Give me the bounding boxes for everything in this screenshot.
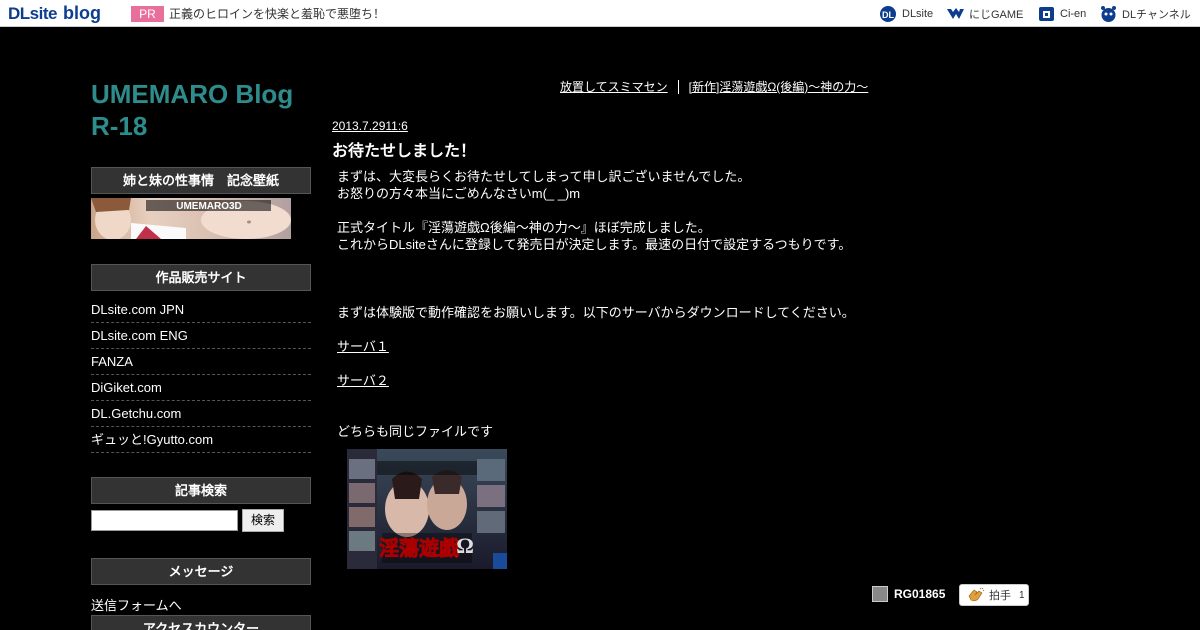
post-navigation: 放置してスミマセン [新作]淫蕩遊戯Ω(後編)～神の力～ (560, 78, 868, 95)
logo-site: site (29, 4, 58, 23)
toplink-dlchannel-label: DLチャンネル (1122, 9, 1191, 21)
post-line: まずは体験版で動作確認をお願いします。以下のサーバからダウンロードしてください。 (337, 305, 855, 320)
logo-blog: blog (62, 3, 101, 23)
site-link-digiket[interactable]: DiGiket.com (91, 375, 311, 401)
dlsite-icon: DL (880, 6, 896, 22)
post-paragraph: まずは体験版で動作確認をお願いします。以下のサーバからダウンロードしてください。 (337, 304, 855, 321)
prev-post-link[interactable]: 放置してスミマセン (560, 78, 668, 95)
post-line: お怒りの方々本当にごめんなさいm(_ _)m (337, 186, 581, 201)
cien-icon (1039, 7, 1054, 21)
site-link-dlsite-jpn[interactable]: DLsite.com JPN (91, 297, 311, 323)
author-info[interactable]: RG01865 (872, 586, 945, 602)
toplink-cien[interactable]: Ci-en (1037, 4, 1086, 24)
toplink-cien-label: Ci-en (1060, 8, 1087, 20)
wallpaper-banner[interactable]: UMEMARO3D (91, 198, 291, 239)
sidebar-heading-sites: 作品販売サイト (91, 264, 311, 291)
pr-badge: PR (131, 6, 164, 22)
clap-label: 拍手 (989, 590, 1011, 602)
author-avatar (872, 586, 888, 602)
message-form-link[interactable]: 送信フォームへ (91, 595, 182, 614)
wallpaper-banner-image: UMEMARO3D (91, 198, 291, 239)
site-link-gyutto[interactable]: ギュッと!Gyutto.com (91, 427, 311, 453)
site-link-getchu[interactable]: DL.Getchu.com (91, 401, 311, 427)
server1-link[interactable]: サーバ１ (337, 339, 389, 354)
blog-title[interactable]: UMEMARO Blog R-18 (91, 78, 321, 142)
clap-count: 1 (1019, 589, 1025, 601)
sidebar-heading-counter: アクセスカウンター (91, 615, 311, 630)
product-thumbnail-title: 淫蕩遊戯 (379, 536, 460, 560)
search-button[interactable]: 検索 (242, 509, 284, 532)
post-paragraph: サーバ１ (337, 338, 389, 355)
toplink-nijigame-label: にじGAME (969, 9, 1024, 21)
sites-list: DLsite.com JPN DLsite.com ENG FANZA DiGi… (91, 297, 311, 453)
post-line: まずは、大変長らくお待たせしてしまって申し訳ございませんでした。 (337, 169, 751, 184)
post-date[interactable]: 2013.7.2911:6 (332, 119, 408, 133)
author-name: RG01865 (894, 587, 946, 601)
blog-title-line2: R-18 (91, 111, 148, 141)
global-header: DL site blog PR 正義のヒロインを快楽と羞恥で悪堕ち！ DL DLsi… (0, 0, 1200, 27)
wallpaper-banner-text: UMEMARO3D (176, 201, 242, 212)
clap-button[interactable]: 拍手 1 (959, 584, 1029, 606)
product-thumbnail[interactable]: 淫蕩遊戯 Ω (347, 449, 507, 569)
toplink-dlsite-label: DLsite (902, 8, 934, 20)
sidebar-heading-search: 記事検索 (91, 477, 311, 504)
post-line: これからDLsiteさんに登録して発売日が決定します。最速の日付で設定するつもり… (337, 237, 852, 252)
post-line: 正式タイトル『淫蕩遊戯Ω後編～神の力～』ほぼ完成しました。 (337, 220, 711, 235)
post-paragraph: 正式タイトル『淫蕩遊戯Ω後編～神の力～』ほぼ完成しました。 これからDLsite… (337, 219, 851, 253)
dlsite-blog-logo[interactable]: DL site blog (8, 3, 101, 23)
toplink-dlchannel[interactable]: DLチャンネル (1099, 4, 1191, 24)
sidebar-heading-message: メッセージ (91, 558, 311, 585)
svg-text:DL: DL (882, 10, 894, 20)
site-link-dlsite-eng[interactable]: DLsite.com ENG (91, 323, 311, 349)
pr-ad-link[interactable]: 正義のヒロインを快楽と羞恥で悪堕ち！ (169, 6, 385, 22)
svg-text:Ω: Ω (456, 533, 474, 558)
dlchannel-icon (1101, 6, 1116, 22)
toplink-dlsite[interactable]: DL DLsite (879, 4, 933, 24)
post-line: どちらも同じファイルです (337, 424, 494, 439)
post-paragraph: どちらも同じファイルです (337, 423, 493, 440)
nav-separator (677, 79, 679, 94)
sidebar-heading-wallpaper: 姉と妹の性事情 記念壁紙 (91, 167, 311, 194)
post-title: お待たせしました！ (332, 143, 477, 160)
nijigame-icon (947, 8, 964, 19)
server2-link[interactable]: サーバ２ (337, 373, 389, 388)
clap-icon (968, 588, 985, 602)
blog-title-line1: UMEMARO Blog (91, 79, 294, 109)
site-link-fanza[interactable]: FANZA (91, 349, 311, 375)
toplink-nijigame[interactable]: にじGAME (946, 4, 1023, 24)
next-post-link[interactable]: [新作]淫蕩遊戯Ω(後編)～神の力～ (689, 78, 869, 95)
product-thumbnail-image: 淫蕩遊戯 Ω (347, 449, 507, 569)
search-input[interactable] (91, 510, 238, 531)
post-paragraph: まずは、大変長らくお待たせしてしまって申し訳ございませんでした。 お怒りの方々本… (337, 168, 750, 202)
logo-dl: DL (8, 4, 30, 23)
post-paragraph: サーバ２ (337, 372, 389, 389)
